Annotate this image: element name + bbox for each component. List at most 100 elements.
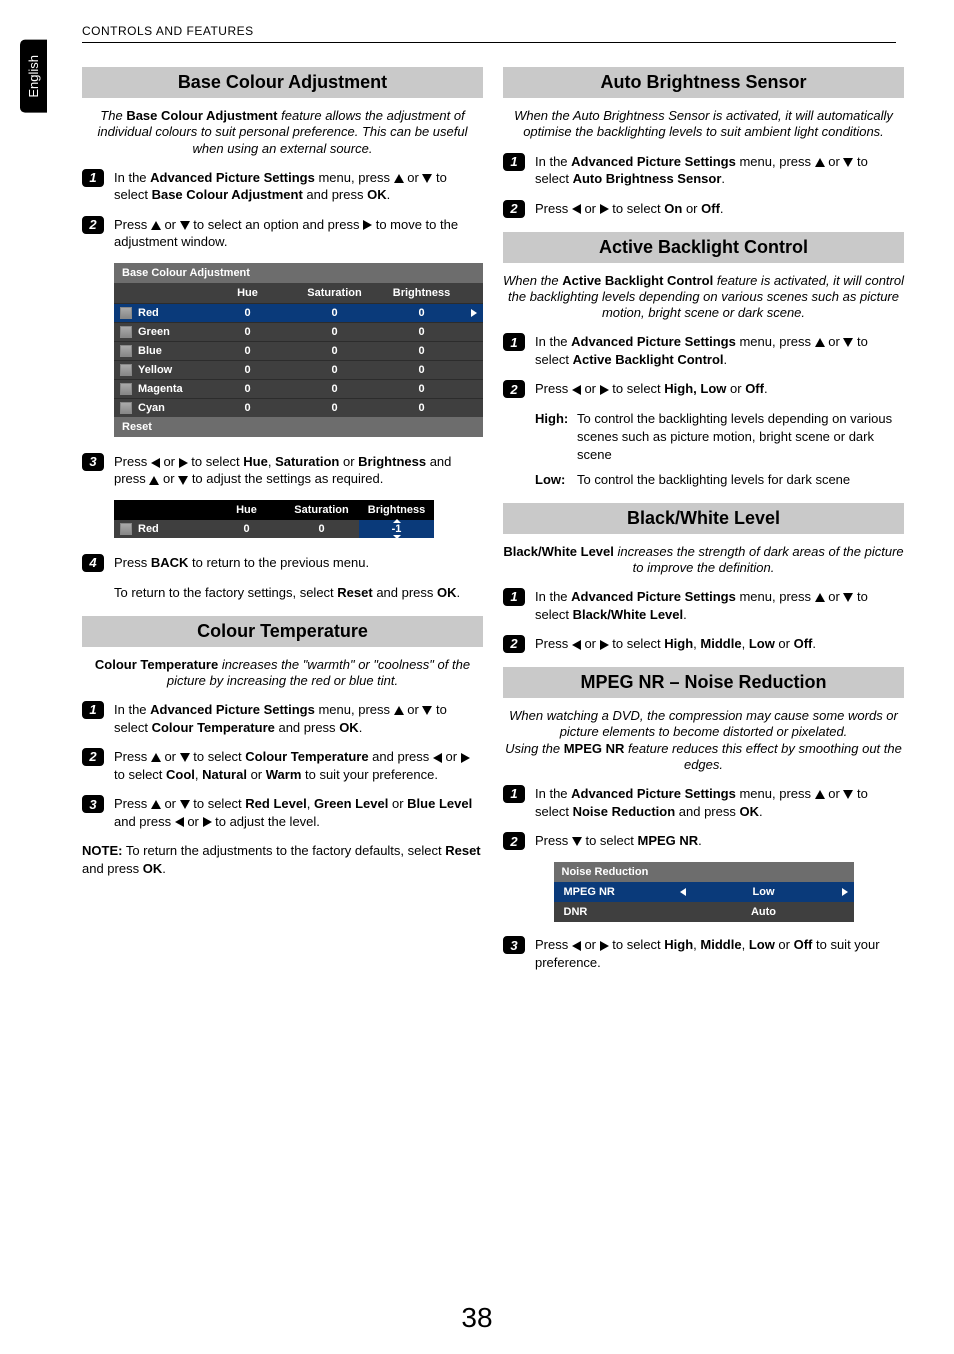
t: .	[724, 352, 728, 367]
step-body: To return to the factory settings, selec…	[114, 584, 483, 602]
t: or	[247, 767, 266, 782]
step-body: In the Advanced Picture Settings menu, p…	[535, 785, 904, 820]
step-body: Press BACK to return to the previous men…	[114, 554, 483, 572]
t: or	[581, 201, 600, 216]
t: or	[825, 154, 844, 169]
left-icon	[433, 753, 442, 763]
t: .	[764, 381, 768, 396]
row-name: Green	[138, 326, 170, 338]
t: .	[698, 833, 702, 848]
row-label: DNR	[554, 902, 674, 922]
t: NOTE:	[82, 843, 122, 858]
t: and press	[373, 585, 437, 600]
t: or	[161, 796, 180, 811]
t: MPEG NR	[637, 833, 698, 848]
osd-val: 0	[291, 399, 378, 417]
osd-row[interactable]: Magenta000	[114, 379, 483, 398]
t: To return to the factory settings, selec…	[114, 585, 337, 600]
right-icon	[600, 204, 609, 214]
osd-adjust-window: Hue Saturation Brightness Red 0 0 -1	[114, 500, 434, 538]
swatch-icon	[120, 326, 132, 338]
right-icon	[600, 385, 609, 395]
step-badge-4: 4	[82, 554, 104, 572]
t: menu, press	[736, 786, 815, 801]
osd-val: 0	[204, 342, 291, 360]
t: Low	[749, 636, 775, 651]
note-colour-temp: NOTE: To return the adjustments to the f…	[82, 842, 483, 877]
t: OK	[437, 585, 457, 600]
section-title-colour-temp: Colour Temperature	[82, 616, 483, 647]
t: Advanced Picture Settings	[571, 154, 736, 169]
left-icon	[680, 888, 686, 896]
t: Press	[114, 454, 151, 469]
t: Off	[701, 201, 720, 216]
t: Black/White Level	[573, 607, 684, 622]
step-body: Press or to select Red Level, Green Leve…	[114, 795, 483, 830]
osd-val: 0	[378, 342, 465, 360]
osd-reset[interactable]: Reset	[114, 417, 483, 437]
left-icon	[572, 941, 581, 951]
t: High	[664, 937, 693, 952]
step-3: 3 Press or to select High, Middle, Low o…	[503, 936, 904, 971]
t: BACK	[151, 555, 189, 570]
t: Middle	[700, 937, 741, 952]
t: OK	[367, 187, 387, 202]
t: Press	[114, 217, 151, 232]
t: Middle	[700, 636, 741, 651]
t: Advanced Picture Settings	[571, 786, 736, 801]
t: OK	[339, 720, 359, 735]
osd-val: 0	[204, 380, 291, 398]
t: -1	[392, 523, 402, 535]
defn-low: Low:To control the backlighting levels f…	[535, 471, 904, 489]
step-body: Press or to select an option and press t…	[114, 216, 483, 251]
up-icon	[151, 800, 161, 809]
t: or	[161, 749, 180, 764]
col-bri: Brightness	[359, 500, 434, 520]
step-2: 2 Press or to select an option and press…	[82, 216, 483, 251]
row-name: Cyan	[138, 402, 165, 414]
t: ,	[268, 454, 275, 469]
osd-row[interactable]: Yellow000	[114, 360, 483, 379]
t: .	[387, 187, 391, 202]
t: Red	[138, 523, 159, 535]
swatch-icon	[120, 307, 132, 319]
step-badge-3: 3	[503, 936, 525, 954]
osd-row[interactable]: Red000	[114, 303, 483, 322]
swatch-icon	[120, 345, 132, 357]
right-icon	[600, 941, 609, 951]
t: menu, press	[736, 154, 815, 169]
left-icon	[175, 817, 184, 827]
t: Advanced Picture Settings	[571, 334, 736, 349]
step-2: 2 Press to select MPEG NR.	[503, 832, 904, 850]
right-icon	[179, 458, 188, 468]
row-name: Magenta	[138, 383, 183, 395]
step-3: 3 Press or to select Hue, Saturation or …	[82, 453, 483, 488]
down-icon	[180, 221, 190, 230]
val-active[interactable]: -1	[359, 520, 434, 538]
step-3: 3 Press or to select Red Level, Green Le…	[82, 795, 483, 830]
t: and press	[369, 749, 433, 764]
t: increases the strength of dark areas of …	[614, 544, 904, 575]
osd-row[interactable]: MPEG NRLow	[554, 882, 854, 902]
t: Off	[794, 937, 813, 952]
left-column: Base Colour Adjustment The Base Colour A…	[82, 53, 483, 983]
right-icon	[461, 753, 470, 763]
t: to adjust the level.	[212, 814, 320, 829]
arrow-cell	[465, 342, 483, 360]
osd-row[interactable]: Green000	[114, 322, 483, 341]
osd-val: 0	[378, 304, 465, 322]
down-icon	[180, 753, 190, 762]
swatch-icon	[120, 364, 132, 376]
t: MPEG NR	[564, 741, 625, 756]
t: Brightness	[358, 454, 426, 469]
osd-row[interactable]: Blue000	[114, 341, 483, 360]
t: Colour Temperature	[152, 720, 275, 735]
up-icon	[393, 519, 401, 523]
osd-row[interactable]: DNRAuto	[554, 902, 854, 922]
t: to select an option and press	[190, 217, 363, 232]
col-hue: Hue	[204, 283, 291, 303]
t: Press	[535, 833, 572, 848]
osd-row[interactable]: Cyan000	[114, 398, 483, 417]
t: In the	[535, 154, 571, 169]
t: .	[720, 201, 724, 216]
